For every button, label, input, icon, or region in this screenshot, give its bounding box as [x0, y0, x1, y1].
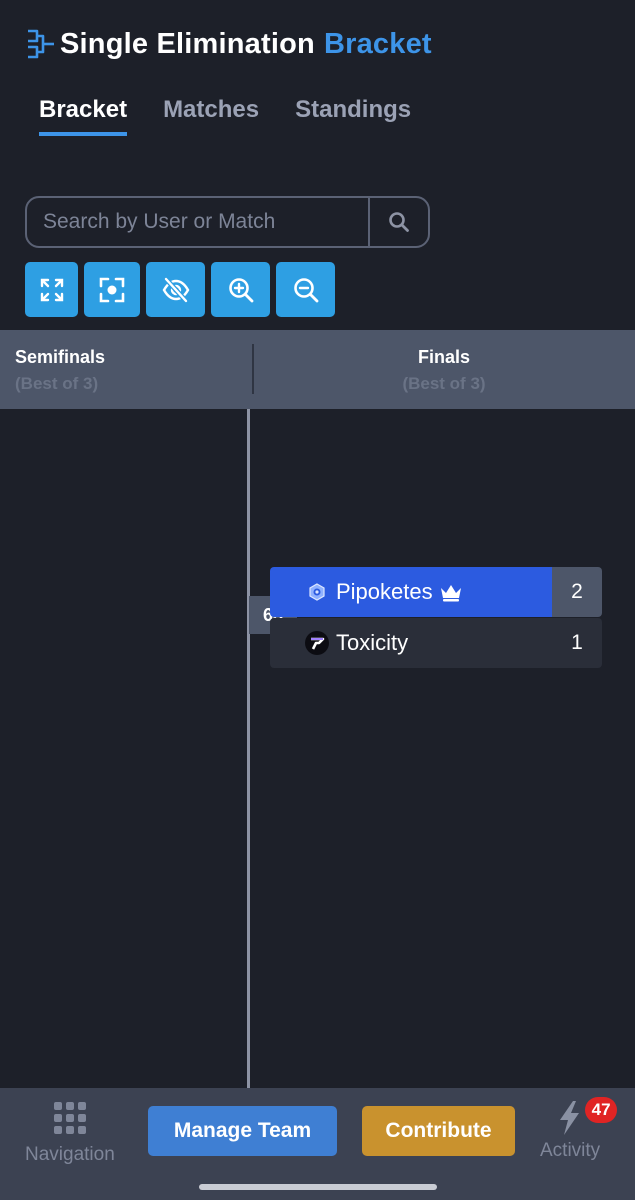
round-semifinals: Semifinals (Best of 3): [0, 330, 253, 409]
team-name: Toxicity: [336, 630, 409, 655]
hide-button[interactable]: [146, 262, 205, 317]
search-button[interactable]: [368, 198, 428, 246]
navigation-label: Navigation: [25, 1144, 115, 1165]
team-row-loser[interactable]: Toxicity 1: [270, 618, 602, 668]
round-name: Semifinals: [15, 347, 106, 367]
focus-icon: [99, 277, 125, 302]
round-format: (Best of 3): [15, 374, 99, 393]
grid-icon: [53, 1102, 86, 1134]
search-bar: [25, 196, 430, 248]
tab-standings[interactable]: Standings: [295, 96, 411, 136]
home-indicator[interactable]: [199, 1184, 437, 1190]
round-header: Semifinals (Best of 3) Finals (Best of 3…: [0, 330, 635, 409]
activity-badge: 47: [585, 1097, 618, 1123]
match-card[interactable]: Pipoketes 2 Toxicity 1: [270, 567, 602, 669]
hide-icon: [162, 276, 189, 303]
title-main: Single Elimination: [60, 27, 315, 60]
round-format: (Best of 3): [402, 374, 486, 393]
search-input[interactable]: [27, 198, 368, 246]
tab-bracket[interactable]: Bracket: [39, 96, 128, 136]
zoom-out-icon: [293, 277, 318, 302]
activity-button[interactable]: 47 Activity: [540, 1097, 618, 1162]
zoom-in-button[interactable]: [211, 262, 270, 317]
manage-team-button[interactable]: Manage Team: [148, 1106, 337, 1156]
fullscreen-icon: [40, 278, 63, 301]
navigation-button[interactable]: Navigation: [25, 1102, 115, 1166]
fullscreen-button[interactable]: [25, 262, 78, 317]
round-finals: Finals (Best of 3): [253, 330, 635, 409]
zoom-out-button[interactable]: [276, 262, 335, 317]
title-accent: Bracket: [323, 27, 432, 60]
bracket-connector-line: [247, 409, 250, 1089]
team-name: Pipoketes: [336, 579, 433, 604]
bracket-toolbar: [25, 262, 341, 317]
contribute-button[interactable]: Contribute: [362, 1106, 515, 1156]
team-score: 1: [571, 631, 583, 654]
lightning-icon: [560, 1101, 580, 1135]
round-divider: [252, 344, 254, 394]
tab-bar: Bracket Matches Standings: [39, 96, 447, 136]
zoom-in-icon: [228, 277, 253, 302]
round-name: Finals: [417, 347, 470, 367]
team-score: 2: [552, 567, 602, 617]
team-row-winner[interactable]: Pipoketes 2: [270, 567, 602, 617]
focus-button[interactable]: [84, 262, 140, 317]
crown-icon: [440, 585, 461, 602]
search-icon: [389, 212, 409, 232]
bracket-icon: [28, 29, 54, 59]
team-pipoketes-logo: [304, 579, 330, 605]
activity-label: Activity: [540, 1140, 601, 1161]
tab-matches[interactable]: Matches: [163, 96, 259, 136]
team-toxicity-logo: [304, 630, 330, 656]
page-title: Single Elimination Bracket: [26, 24, 432, 64]
